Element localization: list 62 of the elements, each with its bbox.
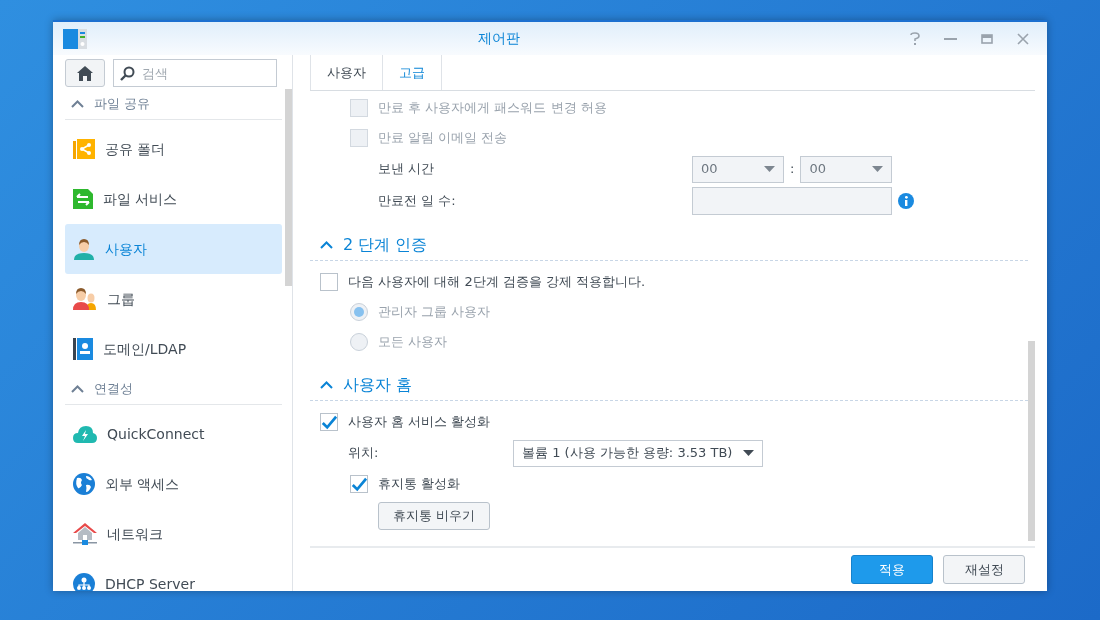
radio-label: 관리자 그룹 사용자 xyxy=(378,303,491,322)
sidebar-item[interactable]: 그룹 xyxy=(65,274,282,324)
window-title: 제어판 xyxy=(476,29,521,48)
field-label: 보낸 시간 xyxy=(378,160,436,179)
caret-icon xyxy=(764,166,775,172)
globe-icon xyxy=(73,473,95,495)
search-icon xyxy=(120,66,135,81)
field-label: 위치: xyxy=(348,444,380,463)
chevron-icon[interactable] xyxy=(71,100,84,108)
separator: : xyxy=(790,160,795,179)
contact-card-icon xyxy=(73,338,93,360)
checkbox[interactable] xyxy=(320,273,338,291)
tab[interactable]: 고급 xyxy=(383,55,442,90)
field-label: 만료전 일 수: xyxy=(378,192,457,211)
chevron-icon[interactable] xyxy=(71,385,84,393)
section-title: 사용자 홈 xyxy=(343,373,413,396)
scrollbar[interactable] xyxy=(285,89,292,286)
sidebar-item[interactable]: 네트워크 xyxy=(65,509,282,559)
maximize-icon[interactable] xyxy=(981,33,993,44)
checkbox-label: 사용자 홈 서비스 활성화 xyxy=(348,413,491,432)
help-icon[interactable] xyxy=(910,32,920,45)
days-field[interactable] xyxy=(692,187,892,215)
hour-dropdown[interactable]: 00 xyxy=(692,155,784,183)
info-icon[interactable] xyxy=(898,193,914,209)
app-icon xyxy=(63,28,87,49)
checkbox[interactable] xyxy=(350,475,368,493)
tab[interactable]: 사용자 xyxy=(310,55,383,90)
chevron-icon[interactable] xyxy=(320,380,333,389)
house-icon xyxy=(73,523,97,545)
home-icon xyxy=(77,65,93,81)
minimize-icon[interactable] xyxy=(944,37,957,40)
file-services-icon xyxy=(73,189,93,209)
chevron-icon[interactable] xyxy=(320,240,333,249)
sidebar-item[interactable]: 파일 서비스 xyxy=(65,174,282,224)
sidebar-item[interactable]: QuickConnect xyxy=(65,409,282,459)
sidebar-item[interactable]: 공유 폴더 xyxy=(65,124,282,174)
checkbox-label: 만료 후 사용자에게 패스워드 변경 허용 xyxy=(378,99,607,118)
sidebar-item[interactable]: DHCP Server xyxy=(65,559,282,591)
checkbox-label: 다음 사용자에 대해 2단계 검증을 강제 적용합니다. xyxy=(348,273,646,292)
reset-button[interactable]: 재설정 xyxy=(943,555,1025,584)
search-field[interactable]: 검색 xyxy=(113,59,277,87)
group-icon xyxy=(73,288,97,310)
checkbox-label: 만료 알림 이메일 전송 xyxy=(378,129,508,148)
radio-label: 모든 사용자 xyxy=(378,333,448,352)
user-icon xyxy=(73,238,95,260)
section-header[interactable]: 파일 공유 xyxy=(94,94,151,114)
scrollbar[interactable] xyxy=(1028,341,1035,541)
cloud-icon xyxy=(73,424,97,444)
checkbox-label: 휴지통 활성화 xyxy=(378,475,461,494)
caret-icon xyxy=(743,450,754,456)
home-button[interactable] xyxy=(65,59,105,87)
sidebar-item[interactable]: 외부 액세스 xyxy=(65,459,282,509)
section-header[interactable]: 연결성 xyxy=(94,379,133,399)
shared-folder-icon xyxy=(73,139,95,159)
minute-dropdown[interactable]: 00 xyxy=(800,155,893,183)
empty-recycle-bin-button[interactable]: 휴지통 비우기 xyxy=(378,502,491,530)
checkbox[interactable] xyxy=(320,413,338,431)
section-title: 2 단계 인증 xyxy=(343,233,428,256)
location-dropdown[interactable]: 볼륨 1 (사용 가능한 용량: 3.53 TB) xyxy=(513,439,763,467)
caret-icon xyxy=(872,166,884,172)
close-icon[interactable] xyxy=(1017,32,1029,45)
sidebar-item[interactable]: 도메인/LDAP xyxy=(65,324,282,374)
